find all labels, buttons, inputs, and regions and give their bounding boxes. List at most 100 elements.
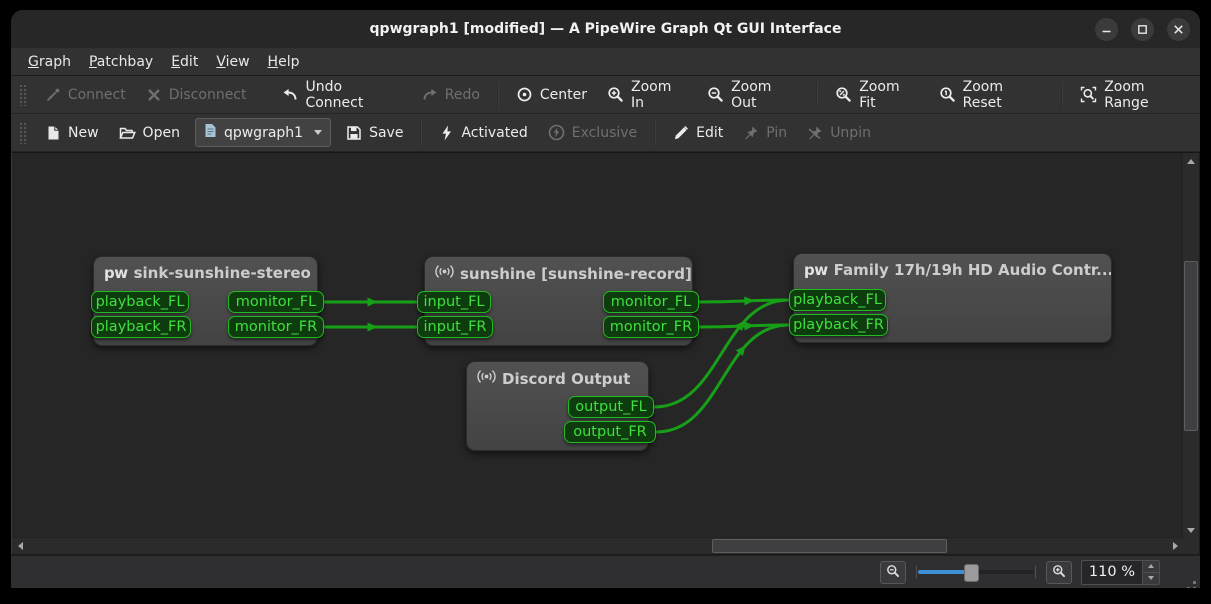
statusbar: 110 % bbox=[11, 555, 1200, 588]
titlebar[interactable]: qpwgraph1 [modified] — A PipeWire Graph … bbox=[11, 10, 1200, 48]
center-button[interactable]: Center bbox=[507, 81, 596, 108]
node-layer: pwsink-sunshine-stereoplayback_FLplaybac… bbox=[12, 153, 1183, 538]
pw-icon: pw bbox=[104, 264, 128, 282]
save-button[interactable]: Save bbox=[337, 120, 412, 146]
app-window: qpwgraph1 [modified] — A PipeWire Graph … bbox=[11, 10, 1200, 588]
spin-up-button[interactable] bbox=[1143, 561, 1159, 572]
node-title-text: sink-sunshine-stereo bbox=[134, 264, 311, 282]
zoom-reset-icon bbox=[939, 86, 956, 103]
zoom-reset-button[interactable]: Zoom Reset bbox=[930, 74, 1054, 116]
zoom-in-button[interactable]: Zoom In bbox=[598, 74, 696, 116]
toolbar-main: Connect Disconnect Undo Connect Redo Cen… bbox=[11, 76, 1200, 114]
port-sink-playback_FL[interactable]: playback_FL bbox=[91, 291, 189, 313]
resize-grip[interactable] bbox=[1193, 581, 1196, 584]
port-sink-playback_FR[interactable]: playback_FR bbox=[91, 316, 191, 338]
lightning-circle-icon bbox=[548, 124, 565, 141]
pin-button[interactable]: Pin bbox=[734, 120, 796, 146]
horizontal-scrollbar-thumb[interactable] bbox=[712, 539, 947, 553]
spin-down-button[interactable] bbox=[1143, 572, 1159, 584]
menu-edit[interactable]: Edit bbox=[162, 51, 207, 73]
scroll-left-button[interactable] bbox=[12, 538, 28, 554]
port-family-playback_FL[interactable]: playback_FL bbox=[789, 289, 886, 311]
node-title-text: Discord Output bbox=[502, 370, 630, 388]
port-sink-monitor_FR[interactable]: monitor_FR bbox=[228, 316, 324, 338]
patchbay-file-icon bbox=[204, 123, 217, 142]
open-button[interactable]: Open bbox=[110, 120, 189, 146]
toolbar-separator bbox=[1061, 83, 1063, 107]
zoom-range-button[interactable]: Zoom Range bbox=[1071, 74, 1200, 116]
open-folder-icon bbox=[119, 125, 136, 141]
zoom-out-icon bbox=[707, 86, 724, 103]
chevron-down-icon bbox=[314, 130, 322, 135]
close-icon bbox=[1173, 24, 1184, 35]
patchbay-select-value: qpwgraph1 bbox=[224, 125, 303, 141]
toolbar-separator bbox=[654, 121, 656, 145]
zoom-slider[interactable] bbox=[915, 562, 1037, 582]
slider-tick bbox=[1035, 566, 1036, 578]
port-family-playback_FR[interactable]: playback_FR bbox=[789, 314, 888, 336]
arrow-up-icon bbox=[1148, 564, 1154, 568]
node-title-text: sunshine [sunshine-record] bbox=[460, 265, 692, 283]
broadcast-icon bbox=[477, 369, 496, 388]
node-title: pw Family 17h/19h HD Audio Contr... bbox=[794, 254, 1111, 279]
menu-view[interactable]: View bbox=[207, 51, 258, 73]
patchbay-select[interactable]: qpwgraph1 bbox=[195, 118, 331, 147]
vertical-scrollbar[interactable] bbox=[1182, 153, 1199, 538]
node-title-text: Family 17h/19h HD Audio Contr... bbox=[834, 261, 1111, 279]
arrow-down-icon bbox=[1187, 528, 1195, 533]
exclusive-button[interactable]: Exclusive bbox=[539, 119, 646, 146]
pw-icon: pw bbox=[804, 261, 828, 279]
scroll-up-button[interactable] bbox=[1183, 153, 1199, 169]
port-discord-output_FL[interactable]: output_FL bbox=[568, 396, 654, 418]
edit-button[interactable]: Edit bbox=[664, 120, 732, 146]
menubar: GraphPatchbayEditViewHelp bbox=[11, 48, 1200, 76]
node-title: sunshine [sunshine-record] bbox=[425, 257, 692, 283]
undo-connect-button[interactable]: Undo Connect bbox=[273, 74, 410, 116]
menu-help[interactable]: Help bbox=[259, 51, 309, 73]
statusbar-zoom-out-button[interactable] bbox=[880, 561, 906, 584]
statusbar-zoom-in-button[interactable] bbox=[1046, 561, 1072, 584]
arrow-left-icon bbox=[18, 542, 23, 550]
activated-button[interactable]: Activated bbox=[430, 120, 536, 146]
toolbar-drag-handle[interactable] bbox=[19, 84, 27, 106]
menu-patchbay[interactable]: Patchbay bbox=[80, 51, 162, 73]
toolbar-separator bbox=[264, 83, 266, 107]
zoom-range-icon bbox=[1080, 86, 1097, 103]
connect-button[interactable]: Connect bbox=[36, 82, 135, 108]
scroll-right-button[interactable] bbox=[1167, 538, 1183, 554]
arrow-right-icon bbox=[1173, 542, 1178, 550]
zoom-out-button[interactable]: Zoom Out bbox=[698, 74, 808, 116]
zoom-fit-button[interactable]: Zoom Fit bbox=[826, 74, 927, 116]
node-title: Discord Output bbox=[467, 362, 648, 388]
port-discord-output_FR[interactable]: output_FR bbox=[564, 421, 656, 443]
window-title: qpwgraph1 [modified] — A PipeWire Graph … bbox=[370, 21, 842, 37]
menu-graph[interactable]: Graph bbox=[19, 51, 80, 73]
redo-button[interactable]: Redo bbox=[413, 82, 489, 108]
port-sink-monitor_FL[interactable]: monitor_FL bbox=[228, 291, 324, 313]
disconnect-button[interactable]: Disconnect bbox=[137, 82, 256, 108]
vertical-scrollbar-thumb[interactable] bbox=[1184, 261, 1198, 431]
unpin-icon bbox=[807, 125, 823, 141]
toolbar-drag-handle[interactable] bbox=[19, 122, 27, 144]
lightning-icon bbox=[439, 125, 454, 141]
new-button[interactable]: New bbox=[36, 120, 108, 146]
toolbar-separator bbox=[497, 83, 499, 107]
unpin-button[interactable]: Unpin bbox=[798, 120, 880, 146]
pin-icon bbox=[743, 125, 759, 141]
zoom-out-icon bbox=[886, 563, 900, 582]
maximize-button[interactable] bbox=[1131, 18, 1154, 41]
minimize-button[interactable] bbox=[1095, 18, 1118, 41]
port-sunshine-input_FR[interactable]: input_FR bbox=[417, 316, 493, 338]
slider-tick bbox=[916, 566, 917, 578]
save-icon bbox=[346, 125, 362, 141]
port-sunshine-input_FL[interactable]: input_FL bbox=[417, 291, 491, 313]
port-sunshine-monitor_FR[interactable]: monitor_FR bbox=[603, 316, 699, 338]
graph-canvas[interactable]: pwsink-sunshine-stereoplayback_FLplaybac… bbox=[11, 152, 1200, 555]
port-sunshine-monitor_FL[interactable]: monitor_FL bbox=[603, 291, 699, 313]
zoom-slider-handle[interactable] bbox=[964, 564, 979, 582]
close-button[interactable] bbox=[1167, 18, 1190, 41]
horizontal-scrollbar[interactable] bbox=[12, 537, 1183, 554]
window-controls bbox=[1095, 10, 1190, 48]
zoom-spinbox[interactable]: 110 % bbox=[1081, 560, 1160, 585]
scroll-down-button[interactable] bbox=[1183, 522, 1199, 538]
